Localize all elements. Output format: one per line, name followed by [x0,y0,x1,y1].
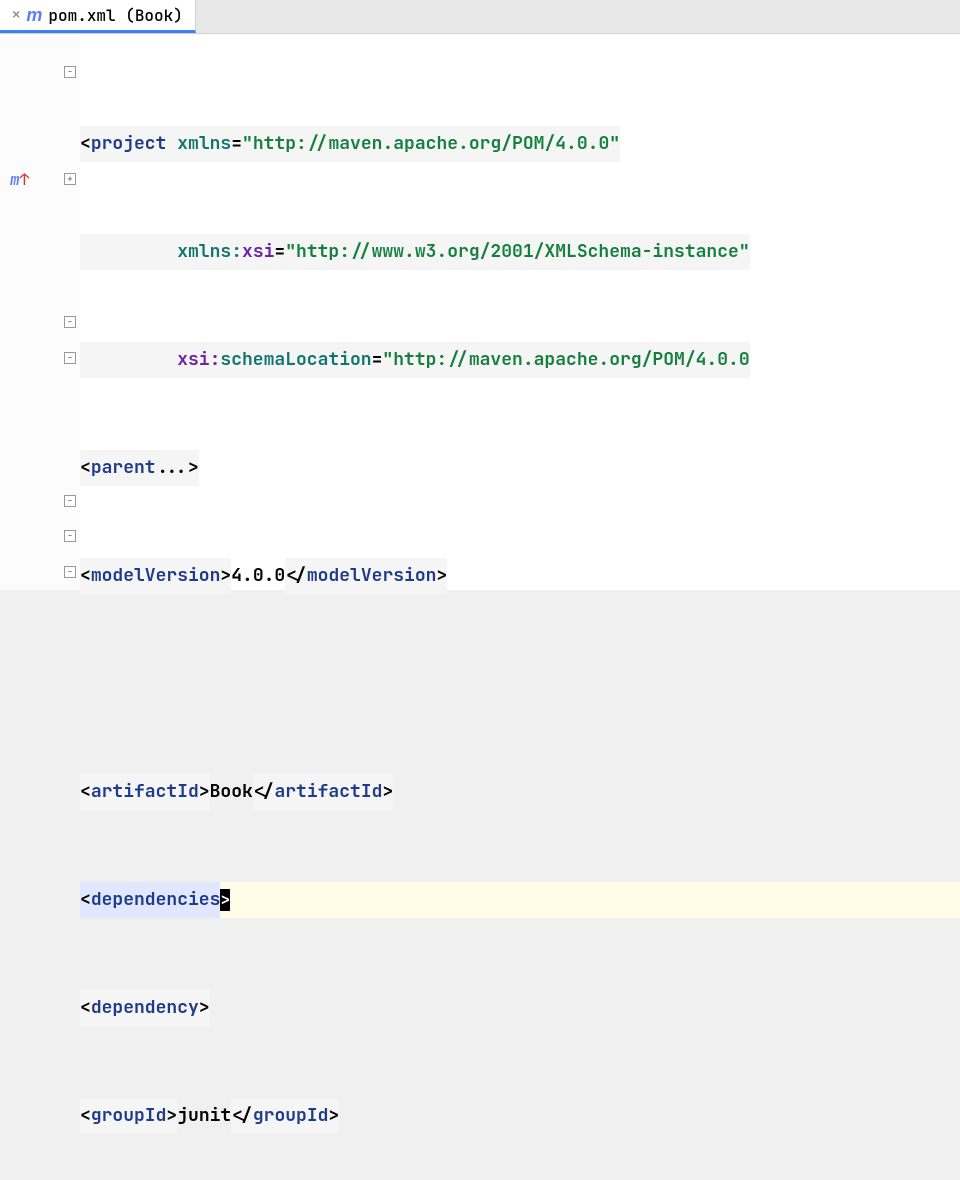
fold-end-icon[interactable]: − [64,495,76,507]
code-editor[interactable]: <project xmlns="http://maven.apache.org/… [80,34,960,590]
close-icon[interactable]: ✕ [12,6,20,24]
tab-bar: ✕ m pom.xml (Book) [0,0,960,34]
editor-area: − m↑ + − − − − − <project xmlns="http://m… [0,34,960,590]
editor-tab[interactable]: ✕ m pom.xml (Book) [0,0,196,33]
fold-expand-icon[interactable]: + [64,173,76,185]
fold-toggle-icon[interactable]: − [64,316,76,328]
text-cursor: > [220,889,230,911]
tab-title: pom.xml (Book) [48,5,182,26]
method-up-icon[interactable]: m↑ [10,169,29,190]
maven-icon: m [26,5,42,26]
fold-end-icon[interactable]: − [64,530,76,542]
gutter: − m↑ + − − − − − [0,34,80,590]
fold-toggle-icon[interactable]: − [64,66,76,78]
fold-end-icon[interactable]: − [64,566,76,578]
fold-toggle-icon[interactable]: − [64,352,76,364]
